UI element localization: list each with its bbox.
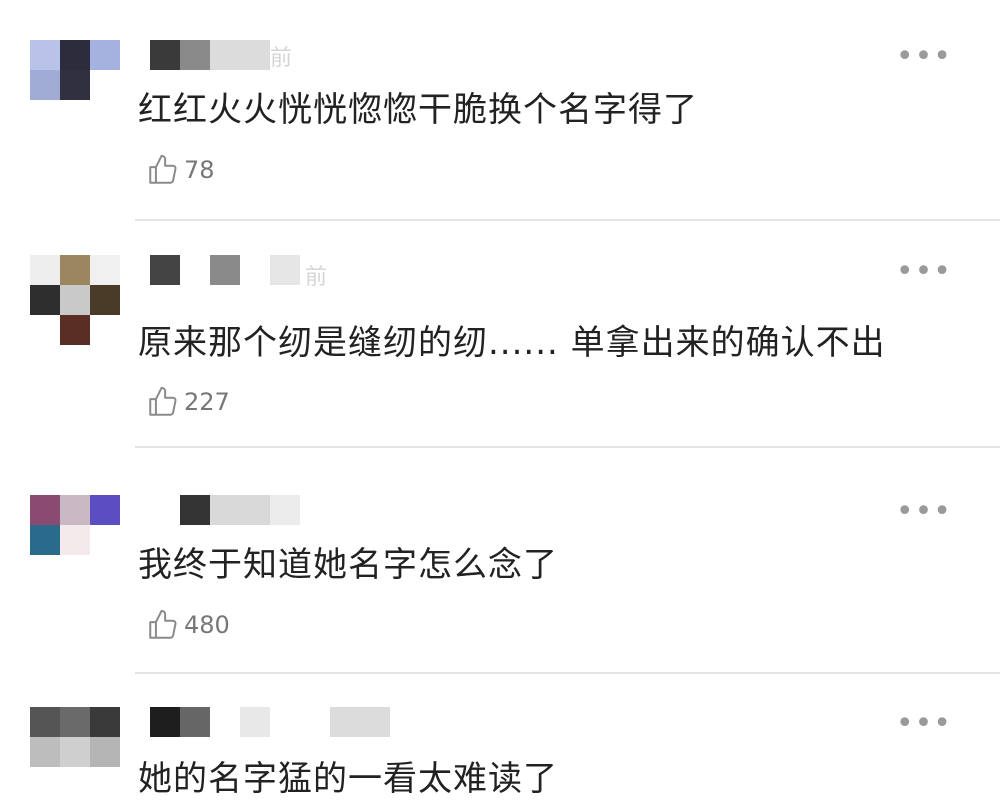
like-count: 480	[184, 611, 230, 639]
comment-text: 红红火火恍恍惚惚干脆换个名字得了	[138, 90, 698, 130]
username-blurred[interactable]	[150, 495, 310, 525]
divider	[135, 672, 1000, 674]
avatar[interactable]	[30, 255, 120, 345]
timestamp-fragment: 前	[270, 46, 293, 71]
avatar[interactable]	[30, 40, 120, 100]
username-blurred[interactable]: 前	[150, 255, 327, 290]
like-count: 227	[184, 388, 230, 416]
more-options-button[interactable]: •••	[896, 497, 952, 527]
more-horizontal-icon: •••	[895, 39, 952, 74]
more-horizontal-icon: •••	[895, 254, 952, 289]
like-button[interactable]: 480	[146, 605, 230, 645]
like-count: 78	[184, 156, 215, 184]
like-button[interactable]: 227	[146, 382, 230, 422]
avatar[interactable]	[30, 495, 120, 555]
timestamp-fragment: 前	[305, 265, 328, 290]
username-blurred[interactable]	[150, 707, 390, 737]
username-blurred[interactable]: 前	[150, 40, 310, 71]
like-button[interactable]: 78	[146, 150, 215, 190]
divider	[135, 219, 1000, 221]
more-horizontal-icon: •••	[895, 706, 952, 741]
thumbs-up-icon	[146, 608, 180, 642]
comment-text: 她的名字猛的一看太难读了	[138, 759, 558, 799]
more-options-button[interactable]: •••	[896, 709, 952, 739]
more-options-button[interactable]: •••	[896, 257, 952, 287]
avatar[interactable]	[30, 707, 120, 767]
more-options-button[interactable]: •••	[896, 42, 952, 72]
thumbs-up-icon	[146, 153, 180, 187]
divider	[135, 446, 1000, 448]
comment-text: 原来那个纫是缝纫的纫...... 单拿出来的确认不出	[138, 323, 886, 363]
thumbs-up-icon	[146, 385, 180, 419]
comment-text: 我终于知道她名字怎么念了	[138, 545, 558, 585]
more-horizontal-icon: •••	[895, 494, 952, 529]
